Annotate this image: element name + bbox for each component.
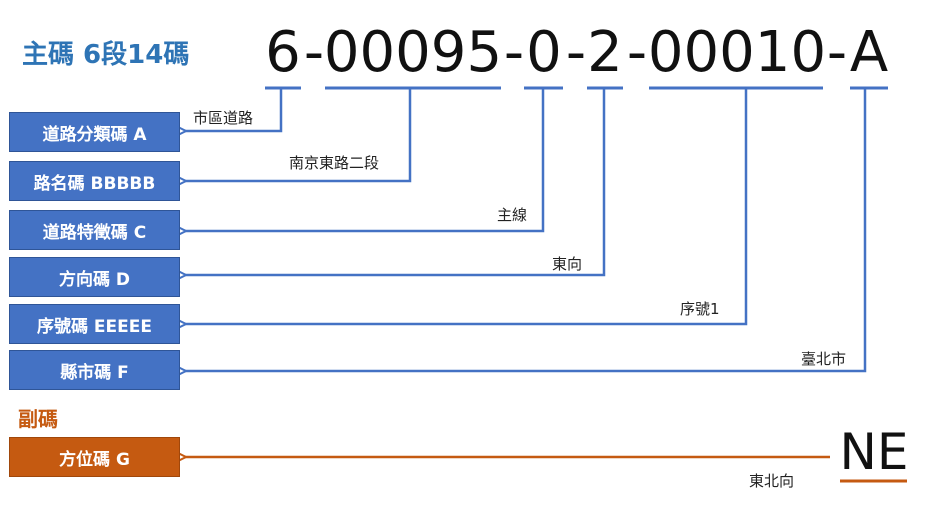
example-label-city: 臺北市: [801, 350, 847, 368]
main-code-heading: 主碼 6段14碼: [22, 40, 190, 70]
example-label-road-name: 南京東路二段: [289, 154, 380, 172]
example-label-road-class: 市區道路: [193, 109, 254, 127]
example-label-direction: 東向: [552, 255, 583, 273]
code-segment-a: 6: [265, 20, 301, 85]
category-box-direction: 方向碼 D: [9, 257, 180, 297]
category-box-road-feature: 道路特徵碼 C: [9, 210, 180, 250]
category-box-city: 縣市碼 F: [9, 350, 180, 390]
connector-e: [184, 88, 748, 324]
code-segment-d: 2: [587, 20, 623, 85]
example-label-road-feature: 主線: [497, 206, 528, 224]
connector-f: [184, 88, 867, 371]
code-segment-f: A: [849, 20, 889, 85]
example-label-orientation: 東北向: [749, 472, 795, 490]
sub-code-value: NE: [839, 423, 909, 481]
code-structure-diagram: 主碼 6段14碼 6 - 00095 - 0 - 2 - 00010 - A 道…: [0, 0, 936, 515]
code-segment-b: 00095: [323, 20, 503, 85]
category-box-road-class: 道路分類碼 A: [9, 112, 180, 152]
code-segment-c: 0: [526, 20, 562, 85]
category-box-orientation: 方位碼 G: [9, 437, 180, 477]
sub-code-heading: 副碼: [18, 407, 58, 431]
category-box-serial: 序號碼 EEEEE: [9, 304, 180, 344]
example-label-serial: 序號1: [680, 300, 720, 318]
code-segment-e: 00010: [647, 20, 827, 85]
code-separator: -: [826, 20, 848, 85]
category-box-road-name: 路名碼 BBBBB: [9, 161, 180, 201]
